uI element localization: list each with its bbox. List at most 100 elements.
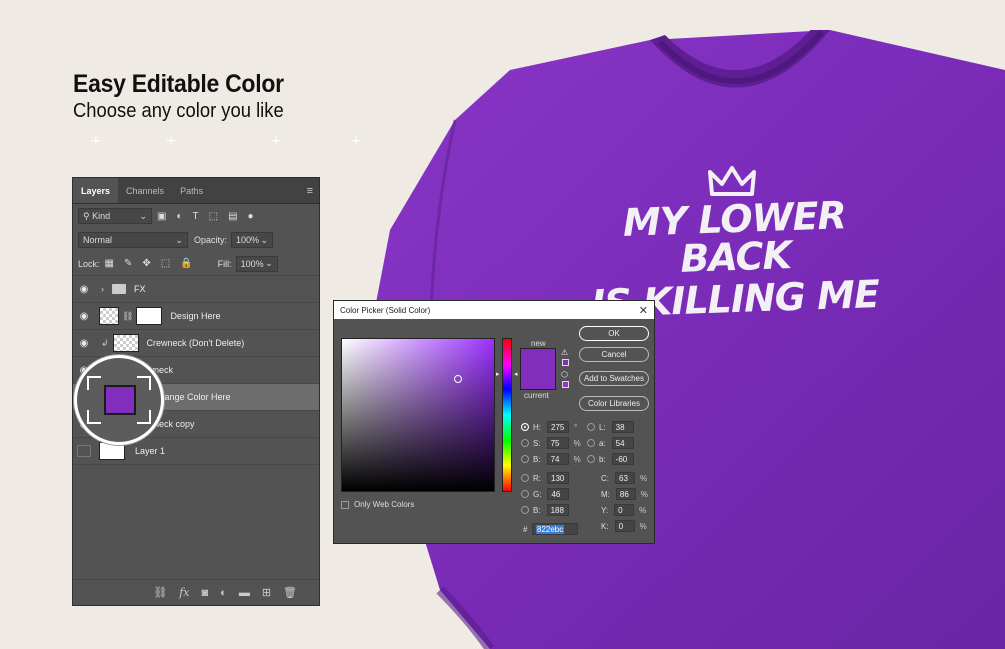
checkbox-box[interactable] <box>341 500 349 509</box>
smart-object-filter-icon[interactable]: ▤ <box>228 211 237 222</box>
background-plus-mark: + <box>270 133 282 149</box>
visibility-toggle-off[interactable] <box>77 445 91 457</box>
adjustment-layer-icon[interactable]: ◐ <box>220 587 227 599</box>
green-radio[interactable] <box>521 490 529 498</box>
hue-radio[interactable] <box>521 423 529 431</box>
chevron-down-icon: ⌄ <box>265 258 273 268</box>
tab-channels[interactable]: Channels <box>118 178 172 203</box>
magenta-field: M: 86% <box>601 488 648 500</box>
current-color-label: current <box>524 391 549 400</box>
degree-unit: ° <box>574 422 578 432</box>
lab-l-input[interactable]: 38 <box>611 421 634 433</box>
magenta-input[interactable]: 86 <box>615 488 636 500</box>
red-radio[interactable] <box>521 474 529 482</box>
shape-filter-icon[interactable]: ⬚ <box>209 211 218 222</box>
brightness-radio[interactable] <box>521 455 529 463</box>
color-picker-dialog: Color Picker (Solid Color) ✕ ▸ ◂ new cur… <box>333 300 655 544</box>
lab-a-label: a: <box>599 438 606 448</box>
fx-icon[interactable]: fx <box>179 586 189 599</box>
filter-toggle-icon[interactable]: ● <box>248 211 254 222</box>
new-layer-icon[interactable]: ⊞ <box>262 586 271 599</box>
color-picker-titlebar: Color Picker (Solid Color) ✕ <box>334 301 654 319</box>
color-selector-ring[interactable] <box>454 375 462 383</box>
hue-slider-right-arrow[interactable]: ◂ <box>514 370 518 378</box>
cancel-button[interactable]: Cancel <box>579 347 649 362</box>
green-input[interactable]: 46 <box>547 488 570 500</box>
black-input[interactable]: 0 <box>614 520 635 532</box>
blue-radio[interactable] <box>521 506 529 514</box>
lab-a-radio[interactable] <box>587 439 595 447</box>
lock-row: Lock: ▦ ✎ ✥ ⬚ 🔒 Fill: 100% ⌄ <box>73 252 319 276</box>
lab-b-input[interactable]: -60 <box>611 453 634 465</box>
layer-mask-thumbnail <box>136 307 163 325</box>
web-safe-swatch[interactable] <box>562 381 569 388</box>
adjustment-filter-icon[interactable]: ◐ <box>176 211 182 222</box>
new-group-icon[interactable]: ▬ <box>239 587 250 599</box>
lock-pixels-icon[interactable]: ✎ <box>124 258 132 269</box>
hue-input[interactable]: 275 <box>547 421 569 433</box>
only-web-colors-label: Only Web Colors <box>354 500 415 509</box>
clipping-arrow-icon: ↲ <box>101 337 109 348</box>
hue-slider-left-arrow[interactable]: ▸ <box>496 370 500 378</box>
hex-input[interactable]: 822ebc <box>532 523 578 535</box>
hue-label: H: <box>533 422 541 432</box>
magenta-label: M: <box>601 489 610 499</box>
saturation-input[interactable]: 75 <box>546 437 569 449</box>
visibility-eye-icon[interactable]: ◉ <box>73 311 95 322</box>
lab-b-radio[interactable] <box>587 455 595 463</box>
add-to-swatches-button[interactable]: Add to Swatches <box>579 371 649 386</box>
tab-paths[interactable]: Paths <box>172 178 211 203</box>
saturation-radio[interactable] <box>521 439 529 447</box>
lock-transparency-icon[interactable]: ▦ <box>105 258 114 269</box>
add-mask-icon[interactable]: ◙ <box>202 587 209 599</box>
layer-row-design[interactable]: ◉ ⛓ Design Here <box>73 303 319 330</box>
gamut-warning-icon[interactable]: ⚠ <box>561 348 568 357</box>
tab-layers[interactable]: Layers <box>73 178 119 203</box>
lab-a-input[interactable]: 54 <box>611 437 634 449</box>
kind-filter-select[interactable]: ⚲ Kind ⌄ <box>78 208 152 224</box>
trash-icon[interactable]: 🗑 <box>283 586 297 599</box>
new-color-label: new <box>531 339 546 348</box>
layer-row-fx[interactable]: ◉ › FX <box>73 276 319 303</box>
link-layers-icon[interactable]: ⛓ <box>153 586 167 599</box>
chevron-right-icon[interactable]: › <box>101 284 104 294</box>
only-web-colors-checkbox[interactable]: Only Web Colors <box>341 500 414 509</box>
lock-artboard-icon[interactable]: ⬚ <box>161 258 170 269</box>
hue-slider[interactable] <box>502 338 512 492</box>
lab-b-field: b: -60 <box>587 453 634 465</box>
saturation-brightness-field[interactable] <box>341 338 495 492</box>
close-icon[interactable]: ✕ <box>639 304 648 317</box>
fill-input[interactable]: 100% ⌄ <box>235 255 278 272</box>
lock-all-icon[interactable]: 🔒 <box>180 258 192 269</box>
brightness-input[interactable]: 74 <box>546 453 569 465</box>
visibility-eye-icon[interactable]: ◉ <box>73 284 95 295</box>
lab-a-field: a: 54 <box>587 437 634 449</box>
blend-mode-select[interactable]: Normal ⌄ <box>78 232 188 248</box>
percent-unit: % <box>640 473 648 483</box>
lock-position-icon[interactable]: ✥ <box>142 258 150 269</box>
type-filter-icon[interactable]: T <box>193 211 199 222</box>
ok-button[interactable]: OK <box>579 326 649 341</box>
layers-panel-footer: ⛓ fx ◙ ◐ ▬ ⊞ 🗑 <box>73 579 319 605</box>
red-input[interactable]: 130 <box>547 472 569 484</box>
web-safe-cube-icon[interactable]: ⬡ <box>561 370 568 379</box>
hex-label: # <box>523 525 528 534</box>
lab-b-label: b: <box>599 454 606 464</box>
lab-l-radio[interactable] <box>587 423 595 431</box>
green-field: G: 46 <box>521 488 570 500</box>
black-field: K: 0% <box>601 520 647 532</box>
visibility-eye-icon[interactable]: ◉ <box>73 338 95 349</box>
brightness-field: B: 74% <box>521 453 581 465</box>
blue-input[interactable]: 188 <box>546 504 569 516</box>
gamut-swatch[interactable] <box>562 359 569 366</box>
layer-row-crewneck-dont-delete[interactable]: ◉ ↲ Crewneck (Don't Delete) <box>73 330 319 357</box>
layers-panel-tabs: Layers Channels Paths ≡ <box>73 178 319 204</box>
yellow-input[interactable]: 0 <box>614 504 635 516</box>
panel-menu-icon[interactable]: ≡ <box>301 178 319 203</box>
pixel-filter-icon[interactable]: ▣ <box>157 211 166 222</box>
percent-unit: % <box>573 454 581 464</box>
color-libraries-button[interactable]: Color Libraries <box>579 396 649 411</box>
opacity-input[interactable]: 100% ⌄ <box>231 232 274 248</box>
cyan-input[interactable]: 63 <box>615 472 635 484</box>
shirt-print-line1: MY LOWER BACK <box>622 193 847 281</box>
